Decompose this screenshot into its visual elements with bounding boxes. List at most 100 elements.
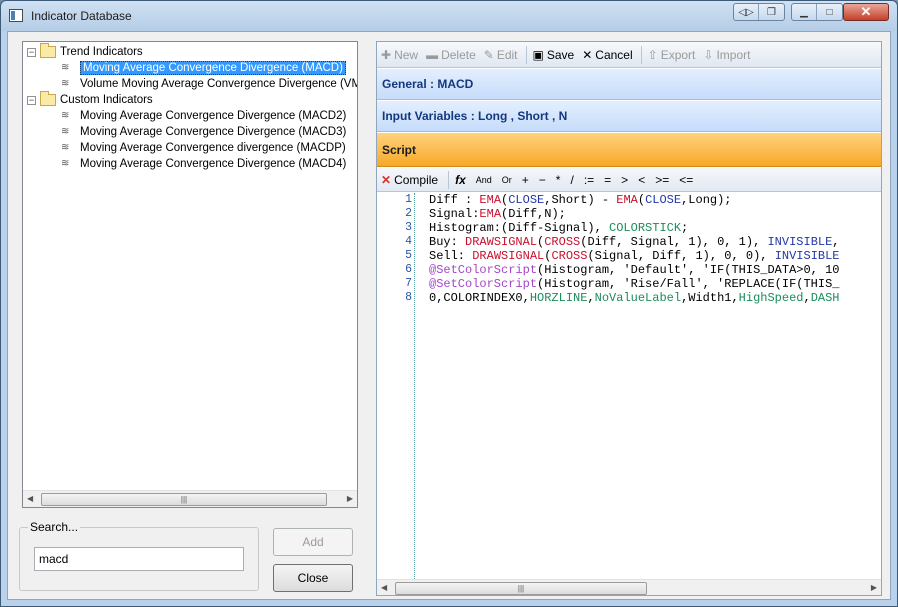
tree-horizontal-scrollbar[interactable]: ◀ ||| ▶: [23, 490, 357, 507]
indicator-icon: ≋: [61, 142, 70, 153]
arrow-down-icon: ⇩: [703, 47, 714, 62]
app-icon: [9, 9, 23, 22]
section-script[interactable]: Script: [377, 133, 881, 167]
tree-item-label: Moving Average Convergence Divergence (M…: [80, 110, 347, 122]
code-line: @SetColorScript(Histogram, 'Default', 'I…: [429, 263, 840, 277]
window-title: Indicator Database: [31, 9, 132, 23]
scroll-right-icon[interactable]: ▶: [347, 494, 353, 503]
new-button[interactable]: ✚ New: [381, 48, 418, 62]
code-line: Histogram:(Diff-Signal), COLORSTICK;: [429, 221, 689, 235]
close-button[interactable]: Close: [273, 564, 353, 592]
op-less-equal-button[interactable]: <=: [679, 173, 693, 187]
line-number-gutter: 1 2 3 4 5 6 7 8: [377, 193, 415, 581]
collapse-icon[interactable]: −: [27, 47, 36, 57]
cancel-x-icon: ✕: [582, 47, 593, 62]
indicator-icon: ≋: [61, 126, 70, 137]
tree-item-vmacd[interactable]: ≋ Volume Moving Average Convergence Dive…: [61, 76, 357, 92]
line-number: 1: [405, 193, 412, 206]
folder-icon: [40, 91, 56, 106]
op-multiply-button[interactable]: *: [556, 173, 561, 187]
scroll-left-icon[interactable]: ◀: [27, 494, 33, 503]
scroll-thumb[interactable]: |||: [395, 582, 647, 595]
tree-item-label: Moving Average Convergence Divergence (M…: [80, 126, 347, 138]
op-greater-equal-button[interactable]: >=: [655, 173, 669, 187]
line-number: 4: [405, 235, 412, 248]
export-button[interactable]: ⇧ Export: [648, 48, 696, 62]
op-divide-button[interactable]: /: [570, 173, 573, 187]
editor-horizontal-scrollbar[interactable]: ◀ ||| ▶: [377, 579, 881, 595]
tree-item-macd2[interactable]: ≋ Moving Average Convergence Divergence …: [61, 108, 346, 124]
maximize-button[interactable]: □: [817, 4, 842, 20]
function-button[interactable]: fx: [455, 173, 466, 187]
tree-group-trend[interactable]: − Trend Indicators: [27, 43, 143, 60]
toolbar-separator: [640, 45, 642, 64]
op-less-button[interactable]: <: [638, 173, 645, 187]
line-number: 8: [405, 291, 412, 304]
or-button[interactable]: Or: [502, 175, 512, 185]
script-toolbar: ✕ Compile fx And Or + − * / := = > < >= …: [377, 168, 881, 192]
minimize-button[interactable]: ▁: [792, 4, 817, 20]
pencil-icon: ✎: [483, 47, 494, 62]
plus-icon: ✚: [381, 47, 392, 62]
import-button[interactable]: ⇩ Import: [703, 48, 750, 62]
indicator-tree[interactable]: − Trend Indicators ≋ Moving Average Conv…: [22, 41, 358, 508]
add-button[interactable]: Add: [273, 528, 353, 556]
line-number: 2: [405, 207, 412, 220]
tree-item-macd[interactable]: ≋ Moving Average Convergence Divergence …: [61, 60, 346, 76]
scroll-left-icon[interactable]: ◀: [381, 583, 387, 592]
cancel-button[interactable]: ✕ Cancel: [582, 48, 632, 62]
tree-item-label: Moving Average Convergence Divergence (M…: [80, 158, 347, 170]
window-controls: ▁ □: [791, 3, 843, 21]
floppy-disk-icon: ▣: [532, 47, 544, 62]
op-plus-button[interactable]: +: [522, 173, 529, 187]
code-line: Signal:EMA(Diff,N);: [429, 207, 566, 221]
scroll-thumb[interactable]: |||: [41, 493, 327, 506]
tree-item-label: Moving Average Convergence divergence (M…: [80, 142, 346, 154]
compile-x-icon: ✕: [381, 172, 392, 187]
window-close-button[interactable]: ✕: [843, 3, 889, 21]
and-button[interactable]: And: [476, 175, 492, 185]
tree-group-label: Custom Indicators: [60, 94, 153, 106]
tree-item-macd4[interactable]: ≋ Moving Average Convergence Divergence …: [61, 156, 346, 172]
minus-icon: ▬: [426, 47, 439, 62]
indicator-icon: ≋: [61, 62, 70, 73]
indicator-editor-panel: ✚ New ▬ Delete ✎ Edit ▣ Save ✕ Cancel ⇧ …: [376, 41, 882, 596]
section-general[interactable]: General : MACD: [377, 69, 881, 100]
dialog-client-area: − Trend Indicators ≋ Moving Average Conv…: [7, 31, 891, 600]
script-editor[interactable]: 1 2 3 4 5 6 7 8 Diff : EMA(CLOSE,Short) …: [377, 193, 881, 595]
search-legend: Search...: [28, 520, 81, 534]
code-line: Diff : EMA(CLOSE,Short) - EMA(CLOSE,Long…: [429, 193, 732, 207]
arrow-up-icon: ⇧: [647, 47, 658, 62]
tree-group-custom[interactable]: − Custom Indicators: [27, 91, 153, 108]
code-area[interactable]: Diff : EMA(CLOSE,Short) - EMA(CLOSE,Long…: [429, 193, 881, 581]
delete-button[interactable]: ▬ Delete: [426, 48, 476, 62]
line-number: 7: [405, 277, 412, 290]
code-line: @SetColorScript(Histogram, 'Rise/Fall', …: [429, 277, 840, 291]
search-group: Search...: [19, 520, 259, 591]
op-greater-button[interactable]: >: [621, 173, 628, 187]
tree-item-macdp[interactable]: ≋ Moving Average Convergence divergence …: [61, 140, 346, 156]
op-equal-button[interactable]: =: [604, 173, 611, 187]
save-button[interactable]: ▣ Save: [533, 48, 575, 62]
indicator-icon: ≋: [61, 110, 70, 121]
tree-item-label: Moving Average Convergence Divergence (M…: [80, 61, 346, 75]
section-input-variables[interactable]: Input Variables : Long , Short , N: [377, 101, 881, 132]
op-assign-button[interactable]: :=: [584, 173, 594, 187]
op-minus-button[interactable]: −: [539, 173, 546, 187]
search-input[interactable]: [34, 547, 244, 571]
tree-group-label: Trend Indicators: [60, 46, 143, 58]
code-line: 0,COLORINDEX0,HORZLINE,NoValueLabel,Widt…: [429, 291, 840, 305]
split-view-icon[interactable]: ◁▷: [734, 4, 759, 20]
line-number: 5: [405, 249, 412, 262]
restore-icon[interactable]: ❐: [759, 4, 784, 20]
indicator-icon: ≋: [61, 78, 70, 89]
toolbar-separator: [448, 170, 450, 189]
code-line: Buy: DRAWSIGNAL(CROSS(Diff, Signal, 1), …: [429, 235, 840, 249]
scroll-right-icon[interactable]: ▶: [871, 583, 877, 592]
edit-button[interactable]: ✎ Edit: [484, 48, 518, 62]
code-line: Sell: DRAWSIGNAL(CROSS(Signal, Diff, 1),…: [429, 249, 840, 263]
compile-button[interactable]: ✕ Compile: [381, 173, 438, 187]
collapse-icon[interactable]: −: [27, 95, 36, 105]
tree-item-macd3[interactable]: ≋ Moving Average Convergence Divergence …: [61, 124, 346, 140]
title-bar[interactable]: Indicator Database ◁▷ ❐ ▁ □ ✕: [1, 1, 897, 31]
